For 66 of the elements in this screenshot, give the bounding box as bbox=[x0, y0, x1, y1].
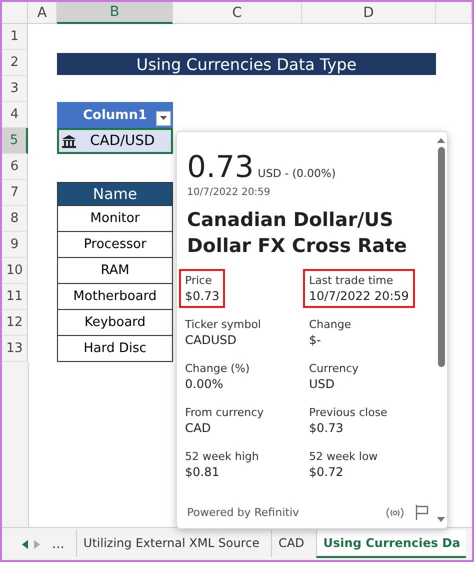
cell-text: CAD/USD bbox=[90, 133, 155, 149]
column-header[interactable]: D bbox=[302, 2, 436, 24]
timestamp: 10/7/2022 20:59 bbox=[187, 187, 272, 198]
more-tabs[interactable]: ... bbox=[52, 536, 64, 552]
row-header[interactable]: 3 bbox=[2, 76, 28, 102]
table-cell: RAM bbox=[57, 258, 173, 284]
filter-button[interactable] bbox=[156, 111, 171, 126]
field-label: 52 week low bbox=[309, 450, 378, 464]
scroll-up-icon[interactable] bbox=[437, 138, 445, 143]
table-cell: Motherboard bbox=[57, 284, 173, 310]
scroll-left-icon[interactable] bbox=[22, 540, 28, 548]
caret-icon bbox=[160, 116, 167, 121]
row-header[interactable]: 10 bbox=[2, 258, 28, 284]
flag-icon[interactable] bbox=[415, 505, 429, 520]
field-value: $0.73 bbox=[309, 421, 344, 436]
field-value: $- bbox=[309, 333, 322, 348]
table-cell: Keyboard bbox=[57, 310, 173, 336]
row-header[interactable]: 4 bbox=[2, 102, 28, 128]
field-value: CAD bbox=[185, 421, 212, 436]
table-cell: Hard Disc bbox=[57, 336, 173, 362]
bank-icon bbox=[62, 134, 76, 148]
row-header[interactable]: 12 bbox=[2, 310, 28, 336]
field-label: 52 week high bbox=[185, 450, 259, 464]
row-header[interactable]: 9 bbox=[2, 232, 28, 258]
field-label: Ticker symbol bbox=[185, 318, 261, 332]
field-label: Last trade time bbox=[309, 274, 394, 288]
table-header: Name bbox=[57, 182, 173, 206]
scrollbar-thumb[interactable] bbox=[438, 147, 444, 367]
sheet-tab[interactable]: Using Currencies Da bbox=[316, 530, 466, 558]
column-header[interactable]: B bbox=[57, 2, 173, 24]
row-header[interactable]: 7 bbox=[2, 180, 28, 206]
sheet-tab[interactable]: Utilizing External XML Source bbox=[76, 530, 266, 558]
row-header[interactable]: 2 bbox=[2, 50, 28, 76]
attribution: Powered by Refinitiv bbox=[187, 506, 300, 519]
column-header[interactable]: C bbox=[173, 2, 302, 24]
field-label: Change (%) bbox=[185, 362, 250, 376]
price-value: 0.73 bbox=[187, 150, 254, 185]
row-header[interactable]: 6 bbox=[2, 154, 28, 180]
field-value: 0.00% bbox=[185, 377, 224, 392]
sheet-title: Using Currencies Data Type bbox=[57, 53, 436, 75]
scroll-down-icon[interactable] bbox=[437, 517, 445, 522]
field-label: From currency bbox=[185, 406, 264, 420]
field-value: 10/7/2022 20:59 bbox=[309, 289, 409, 304]
broadcast-icon[interactable] bbox=[385, 506, 405, 518]
column-header[interactable]: A bbox=[28, 2, 57, 24]
card-title: Canadian Dollar/US Dollar FX Cross Rate bbox=[187, 208, 408, 259]
row-header[interactable]: 1 bbox=[2, 24, 28, 50]
field-value: $0.81 bbox=[185, 465, 220, 480]
row-header[interactable]: 13 bbox=[2, 336, 28, 362]
field-value: $0.72 bbox=[309, 465, 344, 480]
field-value: $0.73 bbox=[185, 289, 220, 304]
row-header[interactable]: 11 bbox=[2, 284, 28, 310]
price-change: USD - (0.00%) bbox=[258, 167, 336, 180]
table-cell: Processor bbox=[57, 232, 173, 258]
field-label: Price bbox=[185, 274, 213, 288]
row-header[interactable]: 8 bbox=[2, 206, 28, 232]
sheet-tab[interactable]: CAD bbox=[271, 530, 310, 558]
table-cell: Monitor bbox=[57, 206, 173, 232]
table-header: Column1 bbox=[57, 102, 173, 128]
table-cell[interactable]: CAD/USD bbox=[57, 128, 173, 154]
field-label: Previous close bbox=[309, 406, 388, 420]
field-label: Change bbox=[309, 318, 352, 332]
row-header[interactable]: 5 bbox=[2, 128, 28, 154]
field-value: CADUSD bbox=[185, 333, 238, 348]
field-label: Currency bbox=[309, 362, 359, 376]
field-value: USD bbox=[309, 377, 336, 392]
